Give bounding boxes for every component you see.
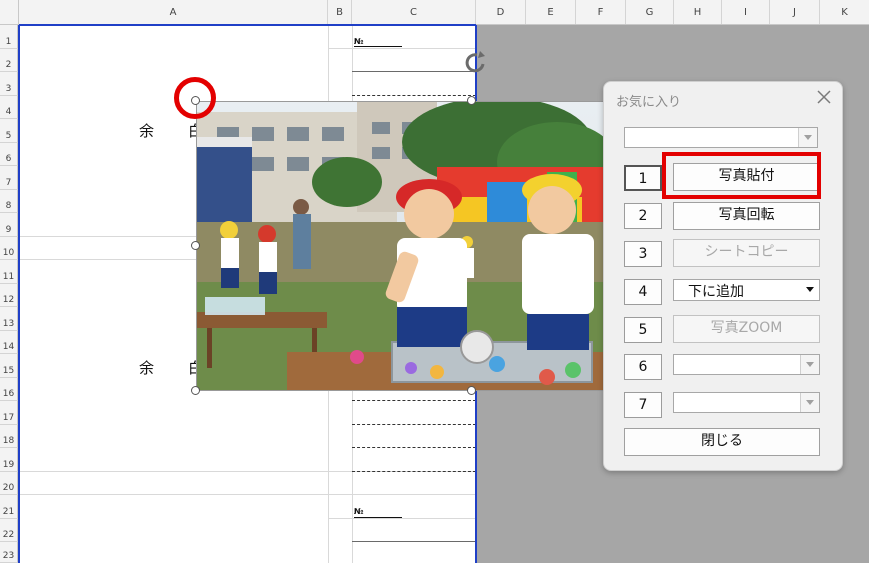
row-header-19[interactable]: 19 bbox=[0, 448, 18, 472]
dialog-title: お気に入り bbox=[616, 95, 682, 110]
row-rule bbox=[352, 541, 476, 542]
resize-handle-middle-left[interactable] bbox=[191, 241, 200, 250]
row-header-17[interactable]: 17 bbox=[0, 401, 18, 425]
column-header-row: A B C D E F G H I J K bbox=[0, 0, 869, 25]
gridline bbox=[328, 518, 476, 519]
close-dialog-button[interactable]: 閉じる bbox=[624, 428, 820, 456]
row-header-13[interactable]: 13 bbox=[0, 307, 18, 331]
row-number-5-button[interactable]: 5 bbox=[624, 317, 662, 343]
row-header-23[interactable]: 23 bbox=[0, 542, 18, 563]
photo-zoom-button[interactable]: 写真ZOOM bbox=[673, 315, 820, 343]
select-all-corner[interactable] bbox=[0, 0, 19, 24]
photo-image bbox=[197, 102, 603, 390]
dashed-rule bbox=[352, 447, 476, 448]
dashed-rule bbox=[352, 424, 476, 425]
resize-handle-bottom-middle[interactable] bbox=[467, 386, 476, 395]
cell-margin-label-1: 余 bbox=[139, 122, 155, 140]
column-header-d[interactable]: D bbox=[476, 0, 526, 24]
highlight-rectangle bbox=[662, 152, 821, 199]
row-number-4-button[interactable]: 4 bbox=[624, 279, 662, 305]
rotate-photo-button[interactable]: 写真回転 bbox=[673, 202, 820, 230]
favorites-select[interactable] bbox=[624, 127, 818, 148]
gridline bbox=[19, 494, 476, 495]
dashed-rule bbox=[352, 95, 476, 96]
close-icon[interactable] bbox=[816, 89, 832, 105]
column-header-b[interactable]: B bbox=[328, 0, 352, 24]
dashed-rule bbox=[352, 400, 476, 401]
row-header-10[interactable]: 10 bbox=[0, 237, 18, 260]
row-header-6[interactable]: 6 bbox=[0, 143, 18, 166]
row-7-select[interactable] bbox=[673, 392, 820, 413]
rotate-handle-icon[interactable] bbox=[459, 50, 491, 80]
number-underline-2 bbox=[354, 517, 402, 518]
sheet-copy-button[interactable]: シートコピー bbox=[673, 239, 820, 267]
column-header-j[interactable]: J bbox=[770, 0, 820, 24]
chevron-down-icon[interactable] bbox=[798, 128, 817, 147]
column-header-e[interactable]: E bbox=[526, 0, 576, 24]
row-header-22[interactable]: 22 bbox=[0, 519, 18, 542]
row-header-11[interactable]: 11 bbox=[0, 260, 18, 284]
column-header-i[interactable]: I bbox=[722, 0, 770, 24]
chevron-down-icon[interactable] bbox=[800, 393, 819, 412]
chevron-down-icon[interactable] bbox=[800, 355, 819, 374]
row-header-8[interactable]: 8 bbox=[0, 190, 18, 213]
column-header-c[interactable]: C bbox=[352, 0, 476, 24]
column-header-g[interactable]: G bbox=[626, 0, 674, 24]
resize-handle-top-middle[interactable] bbox=[467, 96, 476, 105]
column-header-k[interactable]: K bbox=[820, 0, 869, 24]
row-number-1-button[interactable]: 1 bbox=[624, 165, 662, 191]
row-header-5[interactable]: 5 bbox=[0, 119, 18, 143]
number-label-2: № bbox=[354, 507, 364, 516]
row-header-2[interactable]: 2 bbox=[0, 49, 18, 72]
row-header-12[interactable]: 12 bbox=[0, 284, 18, 307]
row-number-2-button[interactable]: 2 bbox=[624, 203, 662, 229]
row-header-7[interactable]: 7 bbox=[0, 166, 18, 190]
row-6-select[interactable] bbox=[673, 354, 820, 375]
number-label-1: № bbox=[354, 37, 364, 46]
favorites-dialog[interactable]: お気に入り 1 写真貼付 2 写真回転 3 シートコピー 4 下に追加 5 写真… bbox=[603, 81, 843, 471]
page-border-left bbox=[18, 25, 20, 563]
column-header-a[interactable]: A bbox=[19, 0, 328, 24]
column-header-h[interactable]: H bbox=[674, 0, 722, 24]
row-rule bbox=[352, 71, 476, 72]
inserted-photo[interactable] bbox=[196, 101, 604, 391]
row-header-9[interactable]: 9 bbox=[0, 213, 18, 237]
number-underline-1 bbox=[354, 46, 402, 47]
row-header-18[interactable]: 18 bbox=[0, 425, 18, 448]
highlight-circle bbox=[174, 77, 216, 119]
chevron-down-icon[interactable] bbox=[801, 280, 819, 300]
dashed-rule bbox=[352, 471, 476, 472]
row-header-21[interactable]: 21 bbox=[0, 495, 18, 519]
row-number-6-button[interactable]: 6 bbox=[624, 354, 662, 380]
row-header-1[interactable]: 1 bbox=[0, 25, 18, 49]
row-number-7-button[interactable]: 7 bbox=[624, 392, 662, 418]
cell-margin-label-2: 余 bbox=[139, 359, 155, 377]
row-header-15[interactable]: 15 bbox=[0, 354, 18, 378]
page-border-top bbox=[19, 24, 476, 26]
row-header-20[interactable]: 20 bbox=[0, 472, 18, 495]
resize-handle-bottom-left[interactable] bbox=[191, 386, 200, 395]
column-header-f[interactable]: F bbox=[576, 0, 626, 24]
row-number-3-button[interactable]: 3 bbox=[624, 241, 662, 267]
add-below-select[interactable]: 下に追加 bbox=[673, 279, 820, 301]
row-header-3[interactable]: 3 bbox=[0, 72, 18, 96]
row-header-16[interactable]: 16 bbox=[0, 378, 18, 401]
gridline bbox=[328, 48, 476, 49]
row-header-14[interactable]: 14 bbox=[0, 331, 18, 354]
row-header-4[interactable]: 4 bbox=[0, 96, 18, 119]
